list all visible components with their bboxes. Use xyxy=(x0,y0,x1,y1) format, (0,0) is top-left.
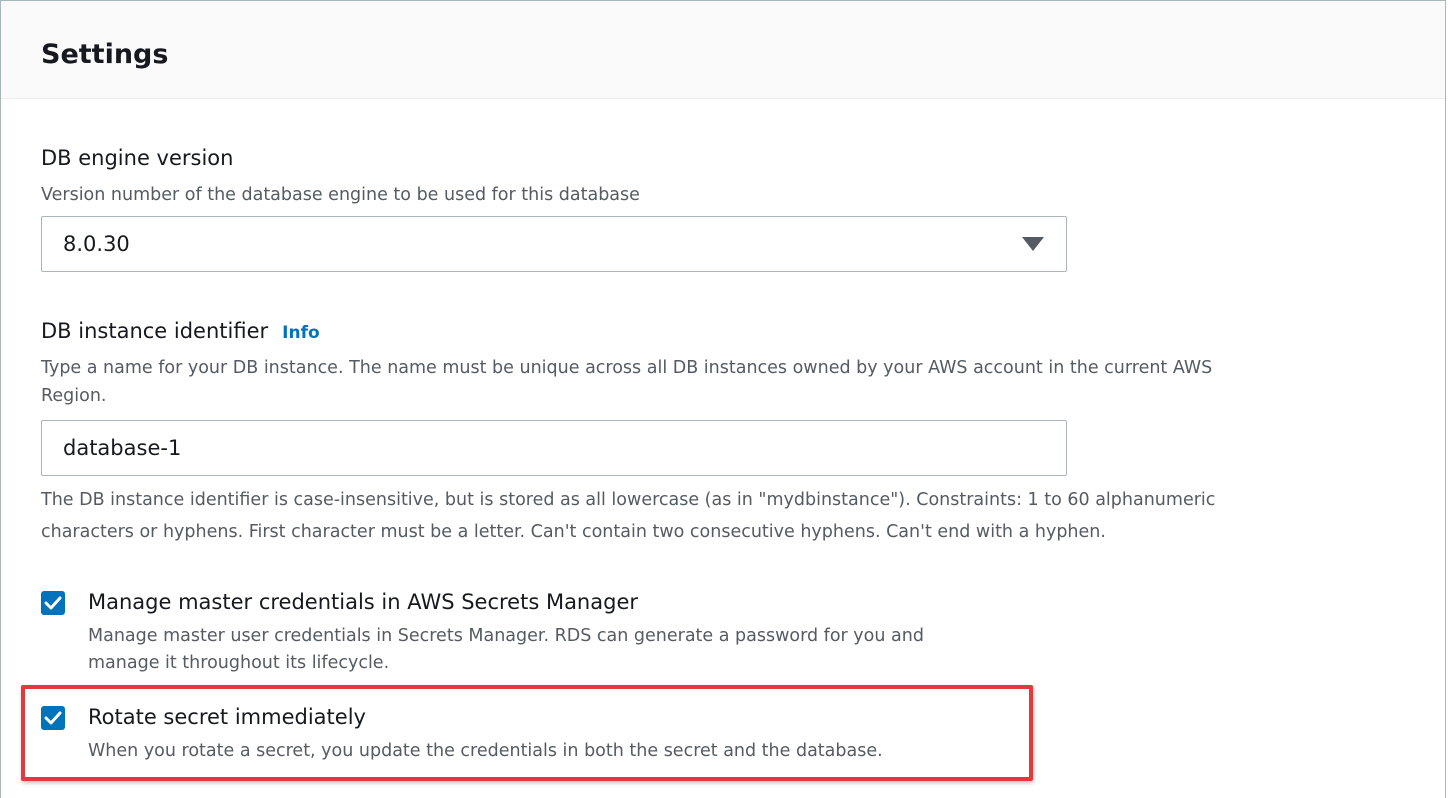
caret-down-icon xyxy=(1022,237,1044,251)
panel-header: Settings xyxy=(1,1,1445,99)
engine-version-selected-value: 8.0.30 xyxy=(63,232,130,256)
instance-identifier-description-2: Region. xyxy=(41,386,107,406)
settings-panel: Settings DB engine version Version numbe… xyxy=(0,0,1446,798)
instance-identifier-constraint-2: characters or hyphens. First character m… xyxy=(41,522,1106,542)
engine-version-label: DB engine version xyxy=(41,146,234,170)
manage-credentials-checkbox[interactable] xyxy=(41,591,65,615)
instance-identifier-label: DB instance identifier xyxy=(41,319,269,343)
instance-identifier-input[interactable] xyxy=(41,420,1067,476)
instance-identifier-description-1: Type a name for your DB instance. The na… xyxy=(41,358,1213,378)
manage-credentials-description-2: manage it throughout its lifecycle. xyxy=(88,653,390,673)
rotate-secret-checkbox[interactable] xyxy=(41,706,65,730)
engine-version-select[interactable]: 8.0.30 xyxy=(41,216,1067,272)
checkmark-icon xyxy=(44,596,62,610)
highlight-box xyxy=(21,685,1033,781)
engine-version-description: Version number of the database engine to… xyxy=(41,185,640,205)
instance-identifier-label-row: DB instance identifier Info xyxy=(41,317,320,347)
rotate-secret-label[interactable]: Rotate secret immediately xyxy=(88,703,366,731)
rotate-secret-description: When you rotate a secret, you update the… xyxy=(88,741,883,761)
info-link[interactable]: Info xyxy=(282,323,320,343)
manage-credentials-label[interactable]: Manage master credentials in AWS Secrets… xyxy=(88,588,638,616)
checkmark-icon xyxy=(44,711,62,725)
manage-credentials-description-1: Manage master user credentials in Secret… xyxy=(88,626,924,646)
instance-identifier-constraint-1: The DB instance identifier is case-insen… xyxy=(41,490,1216,510)
panel-title: Settings xyxy=(41,39,169,70)
